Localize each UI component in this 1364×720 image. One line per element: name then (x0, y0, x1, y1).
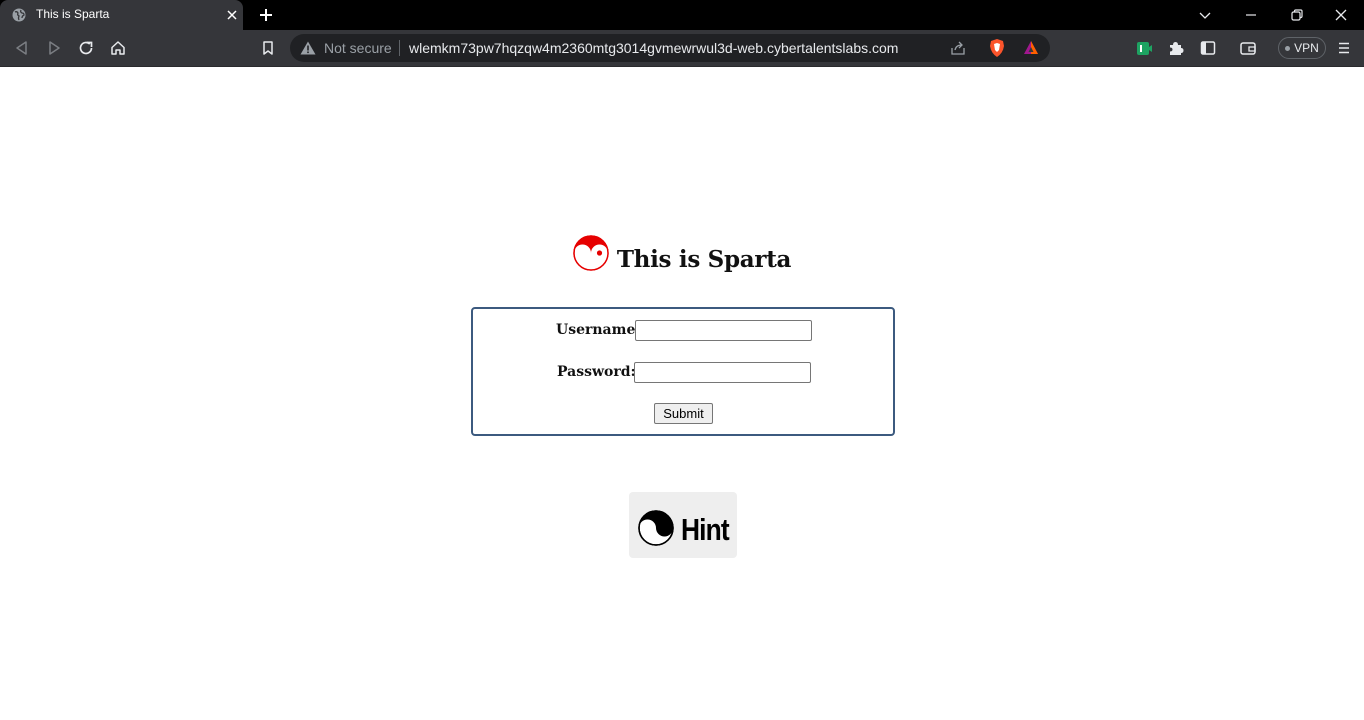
tab-title: This is Sparta (36, 7, 110, 21)
password-label: Password: (557, 364, 636, 380)
brave-shield-icon[interactable] (988, 38, 1006, 58)
login-form: Username: Password: Submit (471, 307, 895, 436)
page-title: This is Sparta (616, 246, 792, 273)
home-icon[interactable] (109, 39, 127, 57)
password-row: Password: (473, 362, 893, 386)
extension-icon[interactable] (1135, 39, 1153, 57)
bookmark-icon[interactable] (259, 39, 277, 57)
hint-button[interactable]: Hint (629, 492, 737, 558)
warning-icon[interactable] (300, 41, 316, 55)
menu-icon[interactable] (1335, 39, 1353, 57)
yin-yang-icon (573, 235, 609, 271)
close-icon (1335, 9, 1347, 21)
url-text[interactable]: wlemkm73pw7hqzqw4m2360mtg3014gvmewrwul3d… (409, 40, 898, 56)
wallet-icon[interactable] (1239, 39, 1257, 57)
username-row: Username: (473, 320, 893, 344)
vpn-status-dot (1285, 45, 1291, 51)
close-window-button[interactable] (1318, 0, 1364, 30)
tab-search-icon (1199, 12, 1211, 19)
username-label: Username: (556, 322, 641, 338)
browser-tab[interactable]: This is Sparta (0, 0, 243, 30)
password-input[interactable] (634, 362, 811, 383)
globe-icon (12, 8, 26, 22)
puzzle-icon[interactable] (1167, 39, 1185, 57)
forward-icon[interactable] (45, 39, 63, 57)
tab-search-button[interactable] (1182, 0, 1228, 30)
sidebar-icon[interactable] (1199, 39, 1217, 57)
omnibox-divider (399, 40, 400, 56)
username-input[interactable] (635, 320, 812, 341)
new-tab-icon[interactable] (258, 7, 274, 23)
security-status[interactable]: Not secure (324, 40, 392, 56)
restore-button[interactable] (1274, 0, 1320, 30)
vpn-label: VPN (1294, 41, 1319, 55)
reload-icon[interactable] (77, 39, 95, 57)
yin-yang-icon (638, 510, 674, 546)
restore-icon (1291, 9, 1303, 21)
back-icon[interactable] (13, 39, 31, 57)
hint-label: Hint (681, 512, 730, 547)
close-tab-icon[interactable] (225, 8, 239, 22)
address-bar[interactable]: Not secure wlemkm73pw7hqzqw4m2360mtg3014… (290, 34, 1050, 62)
share-icon[interactable] (950, 40, 966, 56)
brave-rewards-icon[interactable] (1023, 40, 1039, 56)
submit-button[interactable]: Submit (654, 403, 713, 424)
browser-toolbar: Not secure wlemkm73pw7hqzqw4m2360mtg3014… (0, 30, 1364, 67)
page-heading: This is Sparta (0, 235, 1364, 273)
minimize-icon (1246, 14, 1256, 16)
minimize-button[interactable] (1228, 0, 1274, 30)
page-viewport: This is Sparta Username: Password: Submi… (0, 67, 1364, 720)
title-bar: This is Sparta (0, 0, 1364, 30)
vpn-button[interactable]: VPN (1278, 37, 1326, 59)
